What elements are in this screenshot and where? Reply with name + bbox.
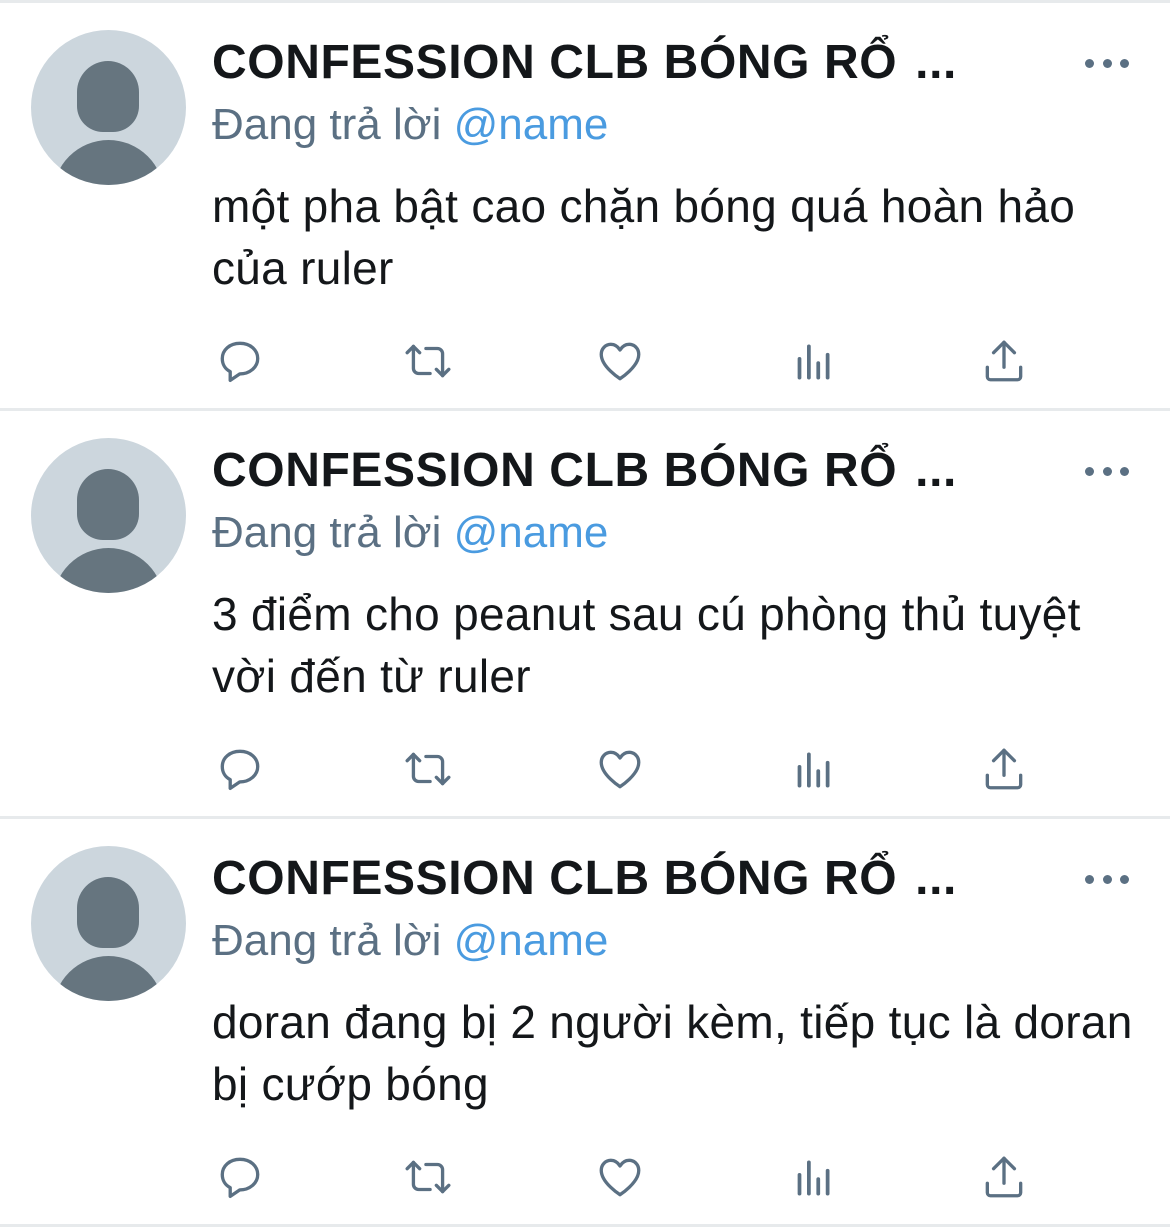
retweet-icon [405, 752, 451, 786]
share-button[interactable] [976, 1149, 1032, 1205]
tweet-text: một pha bật cao chặn bóng quá hoàn hảo c… [212, 180, 1076, 294]
reply-bubble-icon [220, 1157, 260, 1199]
tweet-feed: CONFESSION CLB BÓNG RỔ ... Đang trả lời … [0, 3, 1170, 1227]
avatar-shoulders [53, 548, 164, 593]
avatar-head [77, 61, 139, 132]
reply-button[interactable] [212, 1149, 268, 1205]
author-name-ellipsis: ... [915, 36, 957, 89]
analytics-bars-icon [797, 752, 830, 788]
tweet-actions [212, 333, 1032, 393]
retweet-icon [405, 1160, 451, 1194]
avatar-head [77, 469, 139, 540]
retweet-button[interactable] [400, 333, 456, 389]
reply-bubble-icon [220, 341, 260, 383]
like-button[interactable] [592, 741, 648, 797]
reply-bubble-icon [220, 749, 260, 791]
heart-icon [599, 342, 641, 381]
reply-button[interactable] [212, 333, 268, 389]
analytics-button[interactable] [784, 333, 840, 389]
more-options-button[interactable] [1085, 869, 1129, 889]
heart-icon [599, 750, 641, 789]
heart-icon [599, 1158, 641, 1197]
replying-to: Đang trả lời @name [212, 503, 608, 563]
avatar-shoulders [53, 956, 164, 1001]
tweet[interactable]: CONFESSION CLB BÓNG RỔ ... Đang trả lời … [0, 3, 1170, 411]
avatar[interactable] [31, 438, 186, 593]
share-button[interactable] [976, 333, 1032, 389]
author-name[interactable]: CONFESSION CLB BÓNG RỔ ... [212, 850, 1012, 908]
author-name-text[interactable]: CONFESSION CLB BÓNG RỔ [212, 36, 897, 89]
replying-to: Đang trả lời @name [212, 911, 608, 971]
tweet[interactable]: CONFESSION CLB BÓNG RỔ ... Đang trả lời … [0, 411, 1170, 819]
replying-to: Đang trả lời @name [212, 95, 608, 155]
reply-handle-link[interactable]: @name [454, 100, 609, 149]
replying-to-label: Đang trả lời [212, 100, 442, 149]
share-upload-icon [985, 748, 1023, 790]
reply-handle-link[interactable]: @name [454, 508, 609, 557]
avatar[interactable] [31, 30, 186, 185]
tweet[interactable]: CONFESSION CLB BÓNG RỔ ... Đang trả lời … [0, 819, 1170, 1227]
retweet-button[interactable] [400, 741, 456, 797]
analytics-bars-icon [797, 1160, 830, 1196]
author-name[interactable]: CONFESSION CLB BÓNG RỔ ... [212, 34, 1012, 92]
author-name-text[interactable]: CONFESSION CLB BÓNG RỔ [212, 852, 897, 905]
author-name-text[interactable]: CONFESSION CLB BÓNG RỔ [212, 444, 897, 497]
retweet-button[interactable] [400, 1149, 456, 1205]
tweet-text: doran đang bị 2 người kèm, tiếp tục là d… [212, 996, 1133, 1110]
more-options-button[interactable] [1085, 461, 1129, 481]
replying-to-label: Đang trả lời [212, 508, 442, 557]
tweet-actions [212, 741, 1032, 801]
analytics-button[interactable] [784, 741, 840, 797]
retweet-icon [405, 344, 451, 378]
tweet-actions [212, 1149, 1032, 1209]
reply-button[interactable] [212, 741, 268, 797]
like-button[interactable] [592, 333, 648, 389]
more-options-button[interactable] [1085, 53, 1129, 73]
share-upload-icon [985, 1156, 1023, 1198]
author-name-ellipsis: ... [915, 444, 957, 497]
author-name[interactable]: CONFESSION CLB BÓNG RỔ ... [212, 442, 1012, 500]
author-name-ellipsis: ... [915, 852, 957, 905]
reply-handle-link[interactable]: @name [454, 916, 609, 965]
share-upload-icon [985, 340, 1023, 382]
share-button[interactable] [976, 741, 1032, 797]
avatar-shoulders [53, 140, 164, 185]
analytics-button[interactable] [784, 1149, 840, 1205]
replying-to-label: Đang trả lời [212, 916, 442, 965]
analytics-bars-icon [797, 344, 830, 380]
avatar[interactable] [31, 846, 186, 1001]
avatar-head [77, 877, 139, 948]
like-button[interactable] [592, 1149, 648, 1205]
tweet-text: 3 điểm cho peanut sau cú phòng thủ tuyệt… [212, 588, 1081, 702]
